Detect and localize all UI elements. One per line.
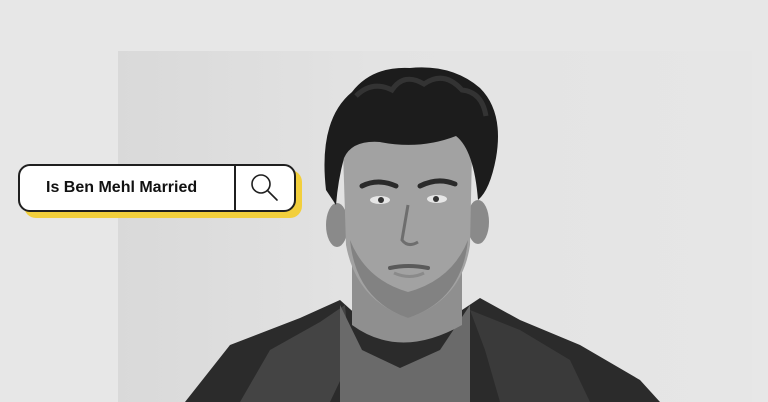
search-button[interactable] bbox=[236, 166, 294, 210]
mouth bbox=[388, 264, 430, 270]
search-box[interactable]: Is Ben Mehl Married bbox=[18, 164, 296, 212]
search-query-text: Is Ben Mehl Married bbox=[46, 179, 198, 196]
magnifier-icon bbox=[251, 174, 278, 201]
pupil-right bbox=[433, 196, 439, 202]
pupil-left bbox=[378, 197, 384, 203]
ear-left bbox=[326, 203, 348, 247]
